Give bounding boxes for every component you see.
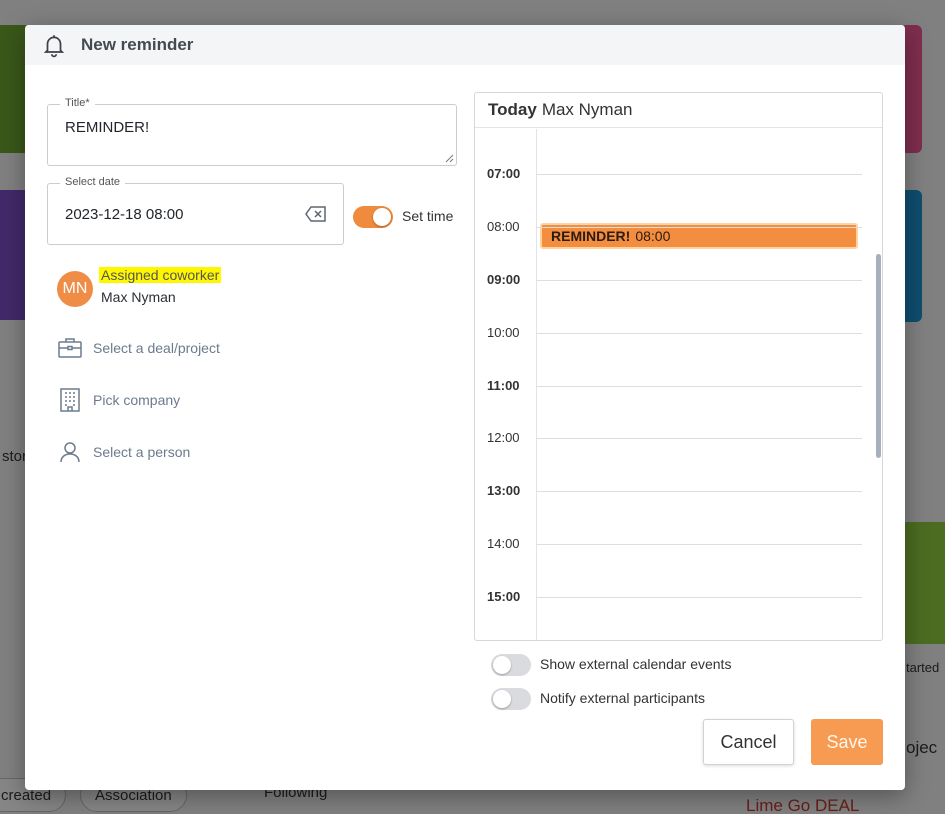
show-external-events-toggle[interactable] bbox=[491, 654, 531, 676]
calendar-body[interactable]: REMINDER! 08:00 06:0007:0008:0009:0010:0… bbox=[475, 129, 882, 640]
hour-gridline bbox=[536, 597, 862, 599]
toggle-knob bbox=[493, 690, 511, 708]
avatar[interactable]: MN bbox=[57, 271, 93, 307]
hour-label: 13:00 bbox=[487, 483, 521, 499]
date-field[interactable]: Select date 2023-12-18 08:00 bbox=[47, 176, 344, 245]
new-reminder-dialog: New reminder Title* REMINDER! Select dat… bbox=[25, 25, 905, 790]
show-external-events-label: Show external calendar events bbox=[540, 656, 732, 672]
event-title: REMINDER! bbox=[551, 227, 631, 244]
hour-label: 15:00 bbox=[487, 589, 521, 605]
assigned-coworker-label: Assigned coworker bbox=[99, 267, 222, 283]
toggle-knob bbox=[493, 656, 511, 674]
bell-icon bbox=[43, 35, 65, 58]
dialog-title: New reminder bbox=[81, 35, 194, 54]
hour-label: 10:00 bbox=[487, 324, 520, 340]
calendar-header: Today Max Nyman bbox=[475, 93, 882, 128]
hour-label: 11:00 bbox=[487, 377, 520, 393]
calendar-person-name: Max Nyman bbox=[541, 100, 633, 119]
hour-label: 08:00 bbox=[487, 218, 520, 234]
person-icon bbox=[60, 442, 80, 463]
hour-gridline bbox=[536, 544, 862, 546]
hour-label: 12:00 bbox=[487, 430, 520, 446]
assigned-coworker-name[interactable]: Max Nyman bbox=[101, 289, 176, 305]
title-field-value: REMINDER! bbox=[65, 119, 150, 136]
notify-external-toggle[interactable] bbox=[491, 688, 531, 710]
briefcase-icon bbox=[58, 338, 82, 358]
hour-gridline bbox=[536, 332, 862, 334]
toggle-knob bbox=[373, 208, 391, 226]
hour-gridline bbox=[536, 279, 862, 281]
select-deal-project-label: Select a deal/project bbox=[93, 340, 220, 356]
hour-gridline bbox=[536, 491, 862, 493]
hour-label: 14:00 bbox=[487, 536, 520, 552]
resize-grip-icon[interactable] bbox=[444, 153, 454, 163]
cancel-button[interactable]: Cancel bbox=[703, 719, 794, 765]
hour-label: 07:00 bbox=[487, 165, 521, 181]
clear-input-icon[interactable] bbox=[305, 206, 327, 222]
title-field-legend: Title* bbox=[60, 97, 95, 109]
calendar-scrollbar[interactable] bbox=[876, 254, 881, 458]
hour-gridline bbox=[536, 226, 862, 228]
building-icon bbox=[60, 388, 80, 412]
event-time: 08:00 bbox=[635, 227, 671, 244]
date-field-legend: Select date bbox=[60, 176, 126, 188]
save-button[interactable]: Save bbox=[811, 719, 883, 765]
select-person-link[interactable]: Select a person bbox=[57, 440, 190, 464]
hour-gridline bbox=[536, 438, 862, 440]
time-gutter-divider bbox=[536, 129, 537, 640]
day-calendar: Today Max Nyman REMINDER! 08:00 06:0007:… bbox=[474, 92, 883, 641]
pick-company-link[interactable]: Pick company bbox=[57, 388, 180, 412]
notify-external-label: Notify external participants bbox=[540, 690, 705, 706]
select-person-label: Select a person bbox=[93, 444, 191, 460]
pick-company-label: Pick company bbox=[93, 392, 181, 408]
hour-gridline bbox=[536, 173, 862, 175]
set-time-toggle[interactable] bbox=[353, 206, 393, 228]
set-time-label: Set time bbox=[402, 208, 454, 224]
title-field[interactable]: Title* REMINDER! bbox=[47, 97, 457, 166]
hour-gridline bbox=[536, 385, 862, 387]
calendar-today-label: Today bbox=[488, 100, 537, 119]
hour-label: 09:00 bbox=[487, 271, 521, 287]
date-field-value: 2023-12-18 08:00 bbox=[65, 206, 184, 223]
dialog-header: New reminder bbox=[25, 25, 905, 65]
select-deal-project-link[interactable]: Select a deal/project bbox=[57, 336, 220, 360]
